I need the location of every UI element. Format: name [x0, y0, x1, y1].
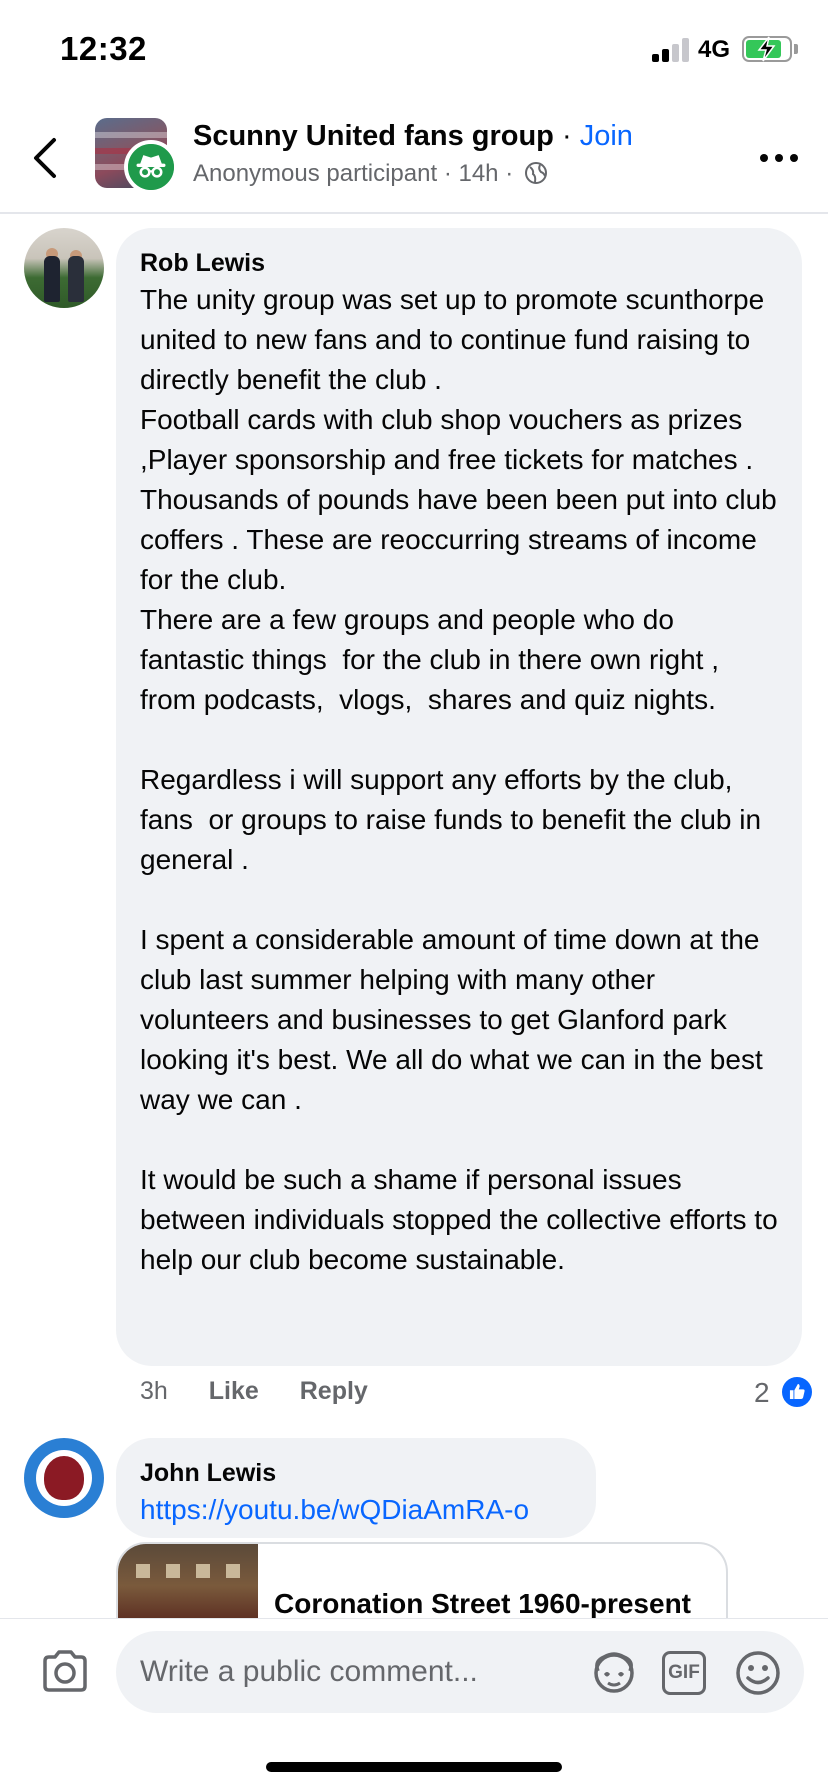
home-indicator[interactable]	[266, 1762, 562, 1772]
link-preview-title: Coronation Street 1960-present	[274, 1588, 691, 1619]
meta-separator-1: ·	[443, 160, 452, 187]
avatar-rob-lewis[interactable]	[24, 228, 104, 308]
comment-link[interactable]: https://youtu.be/wQDiaAmRA-o	[140, 1490, 572, 1530]
anonymous-participant-icon	[124, 140, 178, 194]
cellular-signal-icon	[652, 38, 690, 62]
comment-input-container[interactable]: GIF	[116, 1631, 804, 1713]
avatar-john-lewis[interactable]	[24, 1438, 104, 1518]
globe-icon	[524, 162, 547, 184]
gif-button[interactable]: GIF	[662, 1651, 706, 1695]
comment-text: The unity group was set up to promote sc…	[140, 284, 778, 1275]
post-header: Scunny United fans group · Join Anonymou…	[0, 100, 828, 214]
comment-actions: 3h Like Reply	[140, 1377, 402, 1406]
reaction-count[interactable]: 2	[754, 1377, 770, 1409]
comment-bubble: Rob Lewis The unity group was set up to …	[116, 228, 802, 1366]
comment-bubble: John Lewis https://youtu.be/wQDiaAmRA-o	[116, 1438, 596, 1538]
status-time: 12:32	[60, 30, 147, 67]
post-meta: Anonymous participant · 14h ·	[193, 160, 548, 188]
participant-label: Anonymous participant	[193, 160, 438, 187]
like-button[interactable]: Like	[209, 1377, 259, 1405]
reply-button[interactable]: Reply	[300, 1377, 368, 1405]
thumbs-up-icon[interactable]	[780, 1375, 814, 1409]
chevron-left-icon[interactable]	[30, 136, 60, 180]
join-group-button[interactable]: Join	[580, 120, 633, 152]
comment-author[interactable]: John Lewis	[140, 1456, 572, 1490]
post-time: 14h	[458, 160, 499, 187]
comment-input[interactable]	[140, 1631, 580, 1713]
meta-separator-2: ·	[505, 160, 514, 187]
title-separator: ·	[561, 120, 572, 152]
camera-icon[interactable]	[40, 1649, 90, 1693]
comment-author[interactable]: Rob Lewis	[140, 246, 778, 280]
network-type: 4G	[698, 36, 731, 63]
more-horizontal-icon[interactable]	[760, 152, 800, 164]
status-bar: 12:32 4G	[0, 0, 828, 100]
comment-time: 3h	[140, 1377, 168, 1405]
group-name[interactable]: Scunny United fans group	[193, 120, 554, 152]
avatar-sticker-icon[interactable]	[590, 1649, 638, 1697]
group-title: Scunny United fans group · Join	[193, 120, 633, 153]
emoji-icon[interactable]	[734, 1649, 782, 1697]
battery-tip	[794, 44, 798, 54]
charging-bolt-icon	[757, 36, 776, 62]
